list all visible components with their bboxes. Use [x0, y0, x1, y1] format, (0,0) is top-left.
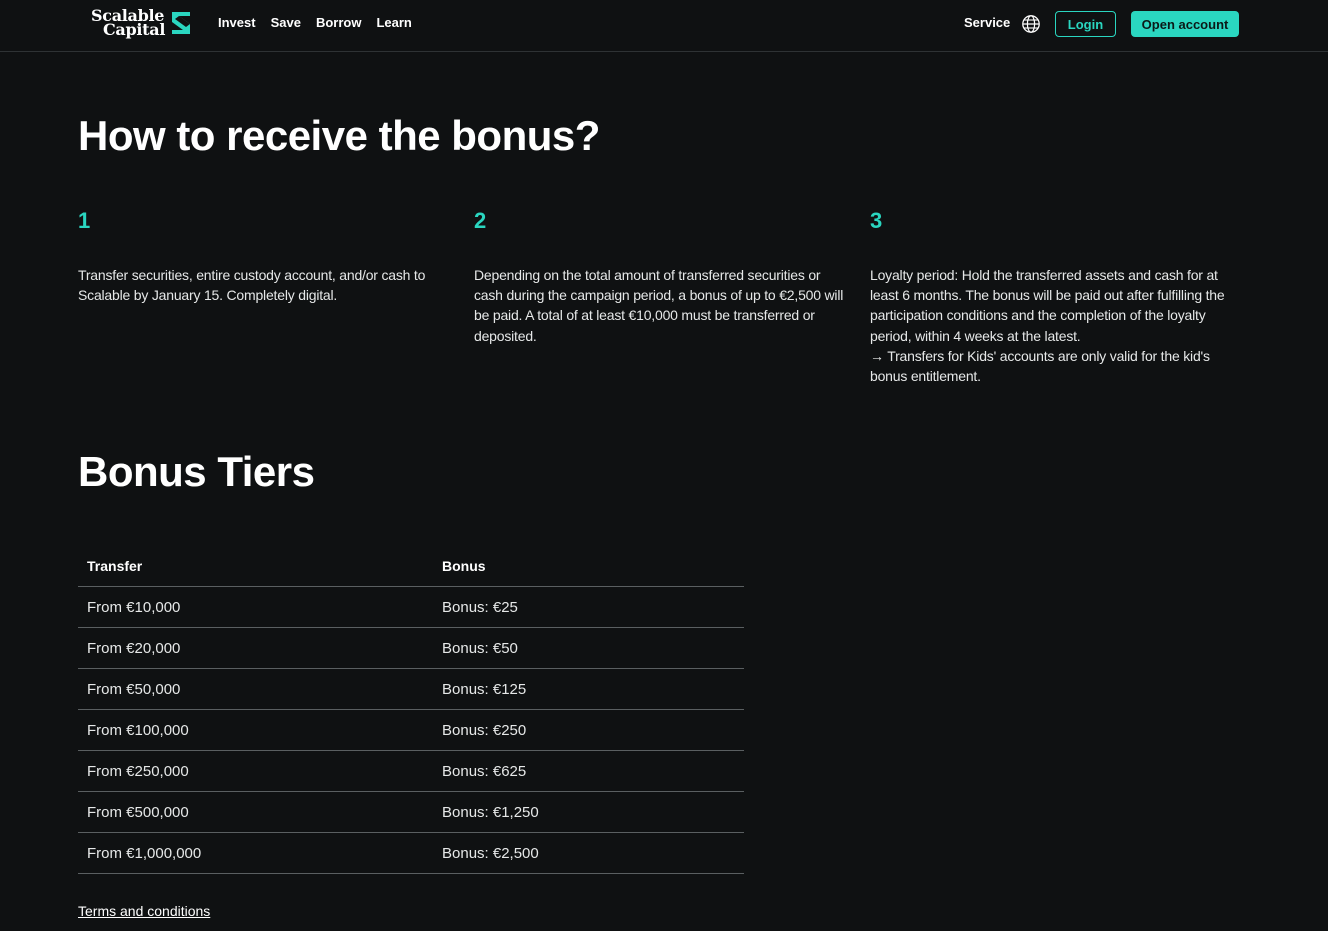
- table-row: From €50,000 Bonus: €125: [78, 668, 744, 710]
- bonus-cell: Bonus: €625: [433, 750, 744, 792]
- nav-borrow[interactable]: Borrow: [316, 15, 362, 30]
- transfer-cell: From €250,000: [78, 750, 433, 792]
- transfer-cell: From €50,000: [78, 668, 433, 710]
- scalable-capital-logo[interactable]: Scalable Capital: [91, 7, 193, 39]
- terms-and-conditions-link[interactable]: Terms and conditions: [78, 903, 210, 919]
- bonus-cell: Bonus: €25: [433, 586, 744, 628]
- globe-icon[interactable]: [1021, 14, 1041, 34]
- step-3-note: → Transfers for Kids' accounts are only …: [870, 347, 1210, 385]
- how-to-receive-title: How to receive the bonus?: [78, 112, 600, 159]
- logo-wordmark: Scalable Capital: [91, 8, 166, 39]
- transfer-cell: From €1,000,000: [78, 832, 433, 874]
- bonus-tiers-title: Bonus Tiers: [78, 448, 315, 495]
- step-description: Transfer securities, entire custody acco…: [78, 267, 426, 304]
- table-row: From €1,000,000 Bonus: €2,500: [78, 832, 744, 874]
- step-1: 1 Transfer securities, entire custody ac…: [78, 207, 448, 305]
- login-button[interactable]: Login: [1055, 11, 1116, 37]
- transfer-cell: From €10,000: [78, 586, 433, 628]
- bonus-cell: Bonus: €50: [433, 627, 744, 669]
- step-3: 3 Loyalty period: Hold the transferred a…: [870, 207, 1240, 386]
- bonus-cell: Bonus: €1,250: [433, 791, 744, 833]
- open-account-button[interactable]: Open account: [1131, 11, 1239, 37]
- table-row: From €500,000 Bonus: €1,250: [78, 791, 744, 833]
- bonus-tiers-table: Transfer Bonus From €10,000 Bonus: €25 F…: [78, 546, 744, 874]
- nav-learn[interactable]: Learn: [376, 15, 411, 30]
- step-description: Depending on the total amount of transfe…: [474, 267, 844, 344]
- bonus-cell: Bonus: €250: [433, 709, 744, 751]
- logo-s-mark-icon: [172, 12, 191, 34]
- step-3-text: Loyalty period: Hold the transferred ass…: [870, 267, 1225, 344]
- step-2: 2 Depending on the total amount of trans…: [474, 207, 844, 346]
- transfer-cell: From €20,000: [78, 627, 433, 669]
- step-number: 3: [870, 208, 883, 233]
- service-link[interactable]: Service: [964, 15, 1010, 30]
- column-header-transfer: Transfer: [78, 546, 433, 587]
- table-row: From €250,000 Bonus: €625: [78, 750, 744, 792]
- nav-save[interactable]: Save: [271, 15, 301, 30]
- table-row: From €100,000 Bonus: €250: [78, 709, 744, 751]
- main-nav: Invest Save Borrow Learn: [218, 15, 412, 30]
- bonus-cell: Bonus: €125: [433, 668, 744, 710]
- transfer-cell: From €100,000: [78, 709, 433, 751]
- logo-line-2: Capital: [103, 20, 166, 39]
- table-header-row: Transfer Bonus: [78, 546, 744, 587]
- column-header-bonus: Bonus: [433, 546, 744, 587]
- bonus-cell: Bonus: €2,500: [433, 832, 744, 874]
- step-number: 1: [78, 208, 91, 233]
- step-number: 2: [474, 208, 487, 233]
- top-navigation-bar: Scalable Capital Invest Save Borrow Lear…: [0, 0, 1328, 52]
- table-row: From €10,000 Bonus: €25: [78, 586, 744, 628]
- table-row: From €20,000 Bonus: €50: [78, 627, 744, 669]
- transfer-cell: From €500,000: [78, 791, 433, 833]
- nav-invest[interactable]: Invest: [218, 15, 256, 30]
- step-description: Loyalty period: Hold the transferred ass…: [870, 265, 1240, 386]
